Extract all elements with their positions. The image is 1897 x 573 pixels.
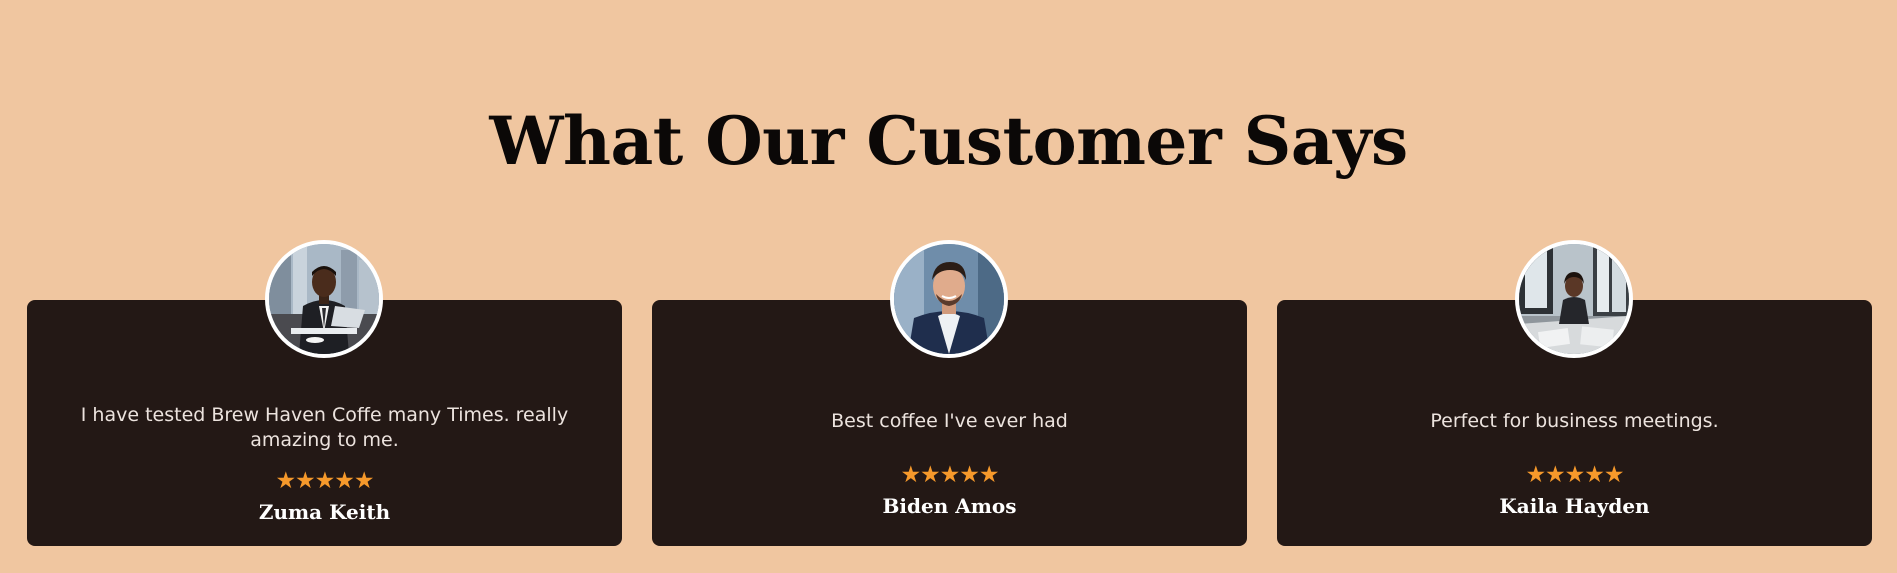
- customer-avatar: [890, 240, 1008, 358]
- section-title: What Our Customer Says: [489, 102, 1408, 180]
- testimonials-row: I have tested Brew Haven Coffe many Time…: [27, 240, 1872, 546]
- testimonial-card: I have tested Brew Haven Coffe many Time…: [27, 240, 622, 546]
- customer-photo: [894, 244, 1004, 354]
- star-rating: ★★★★★: [275, 468, 374, 494]
- star-rating: ★★★★★: [900, 462, 999, 488]
- star-rating: ★★★★★: [1525, 462, 1624, 488]
- testimonial-card: Perfect for business meetings. ★★★★★ Kai…: [1277, 240, 1872, 546]
- testimonial-quote: Perfect for business meetings.: [1430, 410, 1719, 432]
- customer-photo: [1519, 244, 1629, 354]
- customer-name: Kaila Hayden: [1499, 494, 1650, 518]
- testimonial-card: Best coffee I've ever had ★★★★★ Biden Am…: [652, 240, 1247, 546]
- testimonial-quote: Best coffee I've ever had: [831, 410, 1068, 432]
- customer-avatar: [265, 240, 383, 358]
- customer-photo: [269, 244, 379, 354]
- testimonial-quote: I have tested Brew Haven Coffe many Time…: [80, 404, 569, 451]
- customer-name: Zuma Keith: [258, 500, 391, 524]
- customer-name: Biden Amos: [882, 494, 1017, 518]
- customer-avatar: [1515, 240, 1633, 358]
